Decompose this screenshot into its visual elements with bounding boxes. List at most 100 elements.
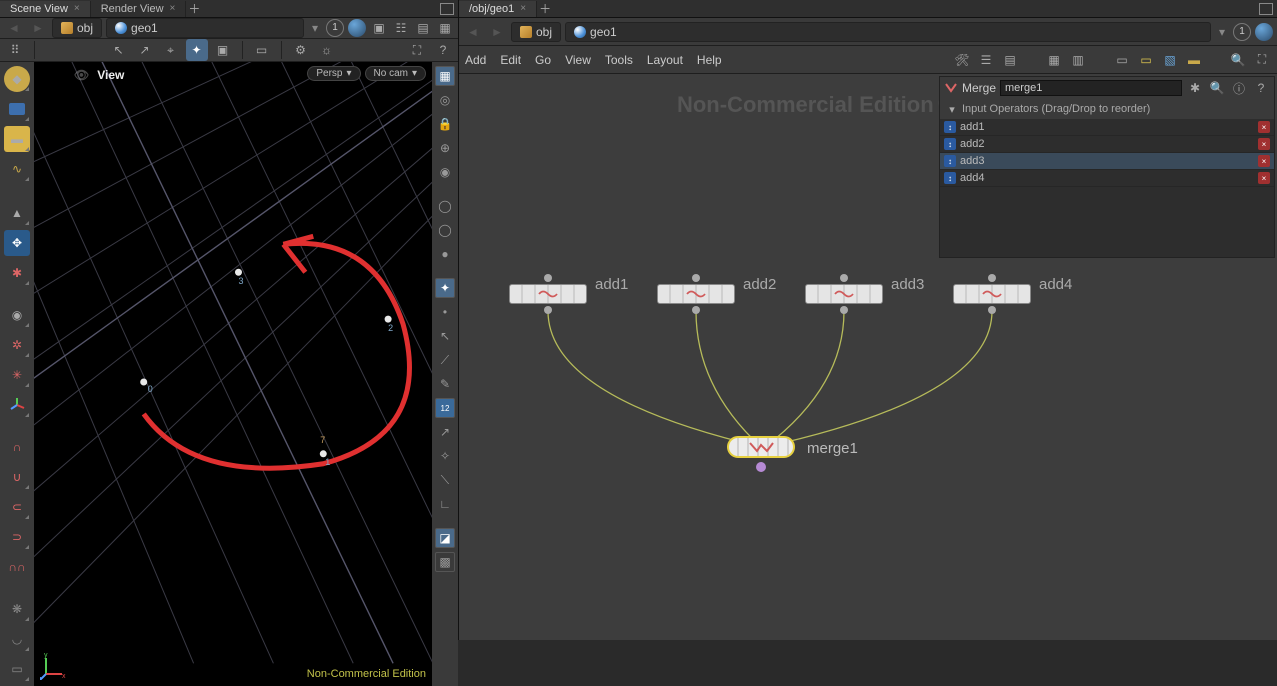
line2-icon[interactable]: ⟍ <box>435 470 455 490</box>
line-icon[interactable]: ⟋ <box>435 350 455 370</box>
menu-view[interactable]: View <box>565 53 591 67</box>
input-row[interactable]: ↕add1× <box>940 119 1274 136</box>
sparkle-icon[interactable]: ✧ <box>435 446 455 466</box>
rig-tool-icon[interactable]: ✲ <box>4 332 30 358</box>
frame-all-icon[interactable]: ⛶ <box>1253 51 1271 69</box>
fx-tool-icon[interactable]: ❋ <box>4 596 30 622</box>
pin-number[interactable]: 1 <box>326 19 344 37</box>
target-icon[interactable]: ⊕ <box>435 138 455 158</box>
node-name-input[interactable] <box>1000 80 1182 96</box>
camera-tool-icon[interactable]: ▣ <box>212 39 234 61</box>
output-port[interactable] <box>544 306 552 314</box>
tab-network-path[interactable]: /obj/geo1× <box>459 1 537 17</box>
nav-fwd-icon[interactable]: ► <box>28 18 48 38</box>
gear-icon[interactable]: ✱ <box>1186 79 1204 97</box>
material-icon[interactable]: ◪ <box>435 528 455 548</box>
crumb-geo[interactable]: geo1 <box>106 18 304 38</box>
crumb-dropdown-icon[interactable]: ▾ <box>308 21 322 35</box>
tree-icon[interactable]: ☰ <box>977 51 995 69</box>
sheet-tool-icon[interactable]: ▭ <box>4 656 30 682</box>
sun-icon[interactable]: ☼ <box>316 39 338 61</box>
reorder-handle-icon[interactable]: ↕ <box>944 155 956 167</box>
render-icon[interactable]: ▤ <box>414 19 432 37</box>
move-tool-icon[interactable]: ✥ <box>4 230 30 256</box>
create-curve-icon[interactable]: ∿ <box>4 156 30 182</box>
search-icon[interactable]: 🔍 <box>1229 51 1247 69</box>
lock-icon[interactable]: 🔒 <box>435 114 455 134</box>
snap-prim-icon[interactable]: ⊂ <box>4 494 30 520</box>
tools-icon[interactable]: 🛠 <box>953 51 971 69</box>
remove-input-icon[interactable]: × <box>1258 155 1270 167</box>
bulb-off-icon[interactable]: ◯ <box>435 196 455 216</box>
shading-mode-icon[interactable]: ▦ <box>435 66 455 86</box>
flipbook-icon[interactable]: ▦ <box>436 19 454 37</box>
wheel-icon[interactable]: ◉ <box>435 162 455 182</box>
bones-tool-icon[interactable]: ✳ <box>4 362 30 388</box>
snap-curve-icon[interactable]: ∪ <box>4 464 30 490</box>
select-lasso-icon[interactable]: ↗ <box>134 39 156 61</box>
select-box-icon[interactable]: ⌖ <box>160 39 182 61</box>
menu-add[interactable]: Add <box>465 53 486 67</box>
nav-back-icon[interactable]: ◄ <box>463 22 483 42</box>
dot-icon[interactable]: • <box>435 302 455 322</box>
help-icon[interactable]: ? <box>432 39 454 61</box>
close-icon[interactable]: × <box>74 3 80 14</box>
camera-select-dropdown[interactable]: No cam ▾ <box>365 66 426 81</box>
crumb-obj[interactable]: obj <box>52 18 102 38</box>
node-merge1[interactable]: merge1 <box>727 436 795 472</box>
crumb-dropdown-icon[interactable]: ▾ <box>1215 25 1229 39</box>
maximize-pane-icon[interactable] <box>1259 3 1273 15</box>
reorder-handle-icon[interactable]: ↕ <box>944 138 956 150</box>
layout-icon[interactable]: ⛶ <box>406 39 428 61</box>
remove-input-icon[interactable]: × <box>1258 172 1270 184</box>
thumb-view-icon[interactable]: ▥ <box>1069 51 1087 69</box>
viewport-point[interactable] <box>385 316 392 323</box>
list-icon[interactable]: ▤ <box>1001 51 1019 69</box>
pencil-icon[interactable]: ✎ <box>435 374 455 394</box>
point-num-icon[interactable]: 12 <box>435 398 455 418</box>
create-geo-icon[interactable]: ◆ <box>4 66 30 92</box>
input-row[interactable]: ↕add3× <box>940 153 1274 170</box>
network-canvas[interactable]: Non-Commercial EditionGeometry Merge ✱ 🔍… <box>459 74 1277 640</box>
chevron-down-icon[interactable]: ▾ <box>946 103 958 116</box>
reorder-handle-icon[interactable]: ↕ <box>944 121 956 133</box>
light-sphere-icon[interactable]: ◉ <box>4 302 30 328</box>
node-add3[interactable]: add3 <box>805 274 883 314</box>
input-row[interactable]: ↕add2× <box>940 136 1274 153</box>
cursor2-icon[interactable]: ↗ <box>435 422 455 442</box>
arc-tool-icon[interactable]: ◡ <box>4 626 30 652</box>
snap-points-icon[interactable]: ∩ <box>4 434 30 460</box>
output-port[interactable] <box>988 306 996 314</box>
menu-help[interactable]: Help <box>697 53 722 67</box>
output-port[interactable] <box>692 306 700 314</box>
close-icon[interactable]: × <box>170 3 176 14</box>
node-add1[interactable]: add1 <box>509 274 587 314</box>
bulb-hi-icon[interactable]: ● <box>435 244 455 264</box>
linked-pane-icon[interactable] <box>1255 23 1273 41</box>
help-icon[interactable]: ? <box>1252 79 1270 97</box>
construction-plane-icon[interactable]: ▭ <box>251 39 273 61</box>
create-cam-icon[interactable] <box>4 96 30 122</box>
viewport-point[interactable] <box>235 269 242 276</box>
remove-input-icon[interactable]: × <box>1258 138 1270 150</box>
viewport-point[interactable] <box>140 378 147 385</box>
node-add2[interactable]: add2 <box>657 274 735 314</box>
palette-icon[interactable]: ▭ <box>1113 51 1131 69</box>
crumb-geo[interactable]: geo1 <box>565 22 1211 42</box>
axis-tool-icon[interactable] <box>4 392 30 418</box>
node-add4[interactable]: add4 <box>953 274 1031 314</box>
viewport-canvas[interactable]: 03217 👁View Persp ▾ No cam ▾ Non-Commerc… <box>34 62 432 686</box>
grid-points-icon[interactable]: ⠿ <box>4 39 26 61</box>
sticky-icon[interactable]: ▭ <box>1137 51 1155 69</box>
checker-icon[interactable]: ▩ <box>435 552 455 572</box>
grid-view-icon[interactable]: ▦ <box>1045 51 1063 69</box>
image-icon[interactable]: ▧ <box>1161 51 1179 69</box>
take-list-icon[interactable]: ☷ <box>392 19 410 37</box>
pose-tool-icon[interactable]: ✱ <box>4 260 30 286</box>
menu-tools[interactable]: Tools <box>605 53 633 67</box>
menu-layout[interactable]: Layout <box>647 53 683 67</box>
snap-grid-icon[interactable]: ∩∩ <box>4 554 30 580</box>
add-tab-button[interactable]: ＋ <box>537 0 553 17</box>
crumb-obj[interactable]: obj <box>511 22 561 42</box>
add-tab-button[interactable]: ＋ <box>186 0 202 17</box>
